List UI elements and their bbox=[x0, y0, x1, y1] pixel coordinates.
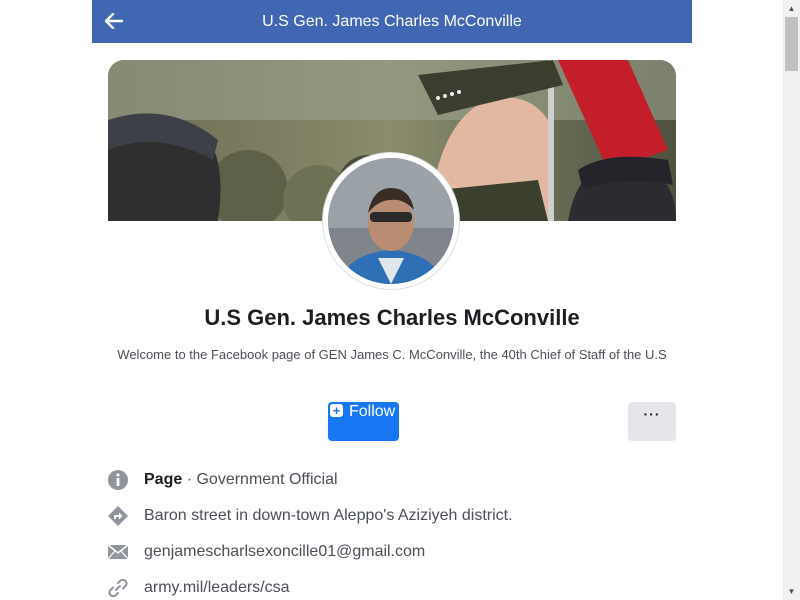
info-address[interactable]: Baron street in down-town Aleppo's Azizi… bbox=[106, 504, 666, 528]
profile-description: Welcome to the Facebook page of GEN Jame… bbox=[117, 347, 667, 362]
info-circle-icon bbox=[106, 468, 130, 492]
website-link[interactable]: army.mil/leaders/csa bbox=[144, 579, 290, 597]
email-link[interactable]: genjamescharlsexoncille01@gmail.com bbox=[144, 543, 425, 561]
envelope-icon bbox=[106, 540, 130, 564]
follow-button[interactable]: + Follow bbox=[328, 402, 399, 441]
profile-picture-frame[interactable] bbox=[323, 153, 459, 289]
address-text: Baron street in down-town Aleppo's Azizi… bbox=[144, 507, 513, 524]
info-category: Page · Government Official bbox=[106, 468, 666, 492]
info-website[interactable]: army.mil/leaders/csa bbox=[106, 576, 666, 600]
follow-button-label: Follow bbox=[349, 403, 396, 420]
scroll-up-arrow-icon[interactable]: ▲ bbox=[783, 0, 800, 17]
arrow-left-icon bbox=[105, 13, 123, 29]
avatar bbox=[328, 158, 454, 284]
page-title: U.S Gen. James Charles McConville bbox=[262, 12, 522, 30]
category-label: Page bbox=[144, 471, 183, 488]
profile-name: U.S Gen. James Charles McConville bbox=[204, 305, 580, 330]
link-icon bbox=[106, 576, 130, 600]
category-separator: · bbox=[182, 471, 197, 488]
plus-square-icon: + bbox=[330, 404, 343, 417]
scrollbar-thumb[interactable] bbox=[785, 17, 798, 71]
more-dots-icon: ··· bbox=[643, 406, 661, 422]
top-navigation-bar: U.S Gen. James Charles McConville bbox=[92, 0, 692, 43]
category-value: Government Official bbox=[196, 471, 338, 488]
back-button[interactable] bbox=[102, 9, 126, 33]
directions-icon bbox=[106, 504, 130, 528]
scroll-down-arrow-icon[interactable]: ▼ bbox=[783, 583, 800, 600]
vertical-scrollbar[interactable]: ▲ ▼ bbox=[783, 0, 800, 600]
info-email[interactable]: genjamescharlsexoncille01@gmail.com bbox=[106, 540, 666, 564]
more-options-button[interactable]: ··· bbox=[628, 402, 676, 441]
